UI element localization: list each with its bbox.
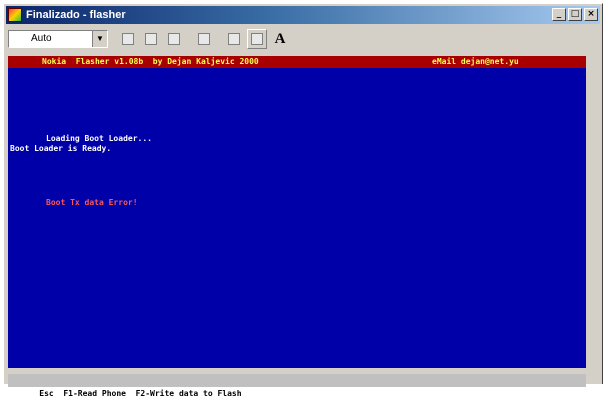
console-screen[interactable]: Nokia Flasher v1.08b by Dejan Kaljevic 2… <box>8 56 586 368</box>
minimize-button[interactable]: _ <box>552 8 566 21</box>
window-title: Finalizado - flasher <box>26 9 126 21</box>
app-icon <box>8 8 22 22</box>
chevron-down-icon[interactable]: ▼ <box>92 31 107 47</box>
background-icon[interactable] <box>247 29 267 49</box>
title-bar[interactable]: Finalizado - flasher _ □ × <box>6 6 600 24</box>
flasher-window: Finalizado - flasher _ □ × Auto ▼ A Noki… <box>3 3 603 398</box>
key-help-bar: Esc F1-Read Phone F2-Write data to Flash <box>8 374 586 398</box>
copy-icon[interactable] <box>141 29 161 49</box>
console-line: Boot Loader is Ready. <box>10 144 112 153</box>
font-icon: A <box>274 30 286 47</box>
mark-icon[interactable] <box>118 29 138 49</box>
console-error-line: Boot Tx data Error! <box>46 198 138 207</box>
key-help-text: Esc F1-Read Phone F2-Write data to Flash <box>39 389 242 398</box>
font-size-value: Auto <box>31 33 52 44</box>
toolbar: Auto ▼ A <box>6 26 600 52</box>
header-program-name: Nokia Flasher v1.08b by Dejan Kaljevic 2… <box>42 57 259 66</box>
window-controls: _ □ × <box>552 8 598 21</box>
header-email: eMail dejan@net.yu <box>432 57 519 66</box>
properties-icon[interactable] <box>224 29 244 49</box>
font-size-select[interactable]: Auto ▼ <box>8 30 108 48</box>
console-header: Nokia Flasher v1.08b by Dejan Kaljevic 2… <box>8 56 586 68</box>
close-button[interactable]: × <box>584 8 598 21</box>
paste-icon[interactable] <box>164 29 184 49</box>
maximize-button[interactable]: □ <box>568 8 582 21</box>
font-button[interactable]: A <box>270 29 290 49</box>
fullscreen-icon[interactable] <box>194 29 214 49</box>
console-line: Loading Boot Loader... <box>46 134 152 143</box>
